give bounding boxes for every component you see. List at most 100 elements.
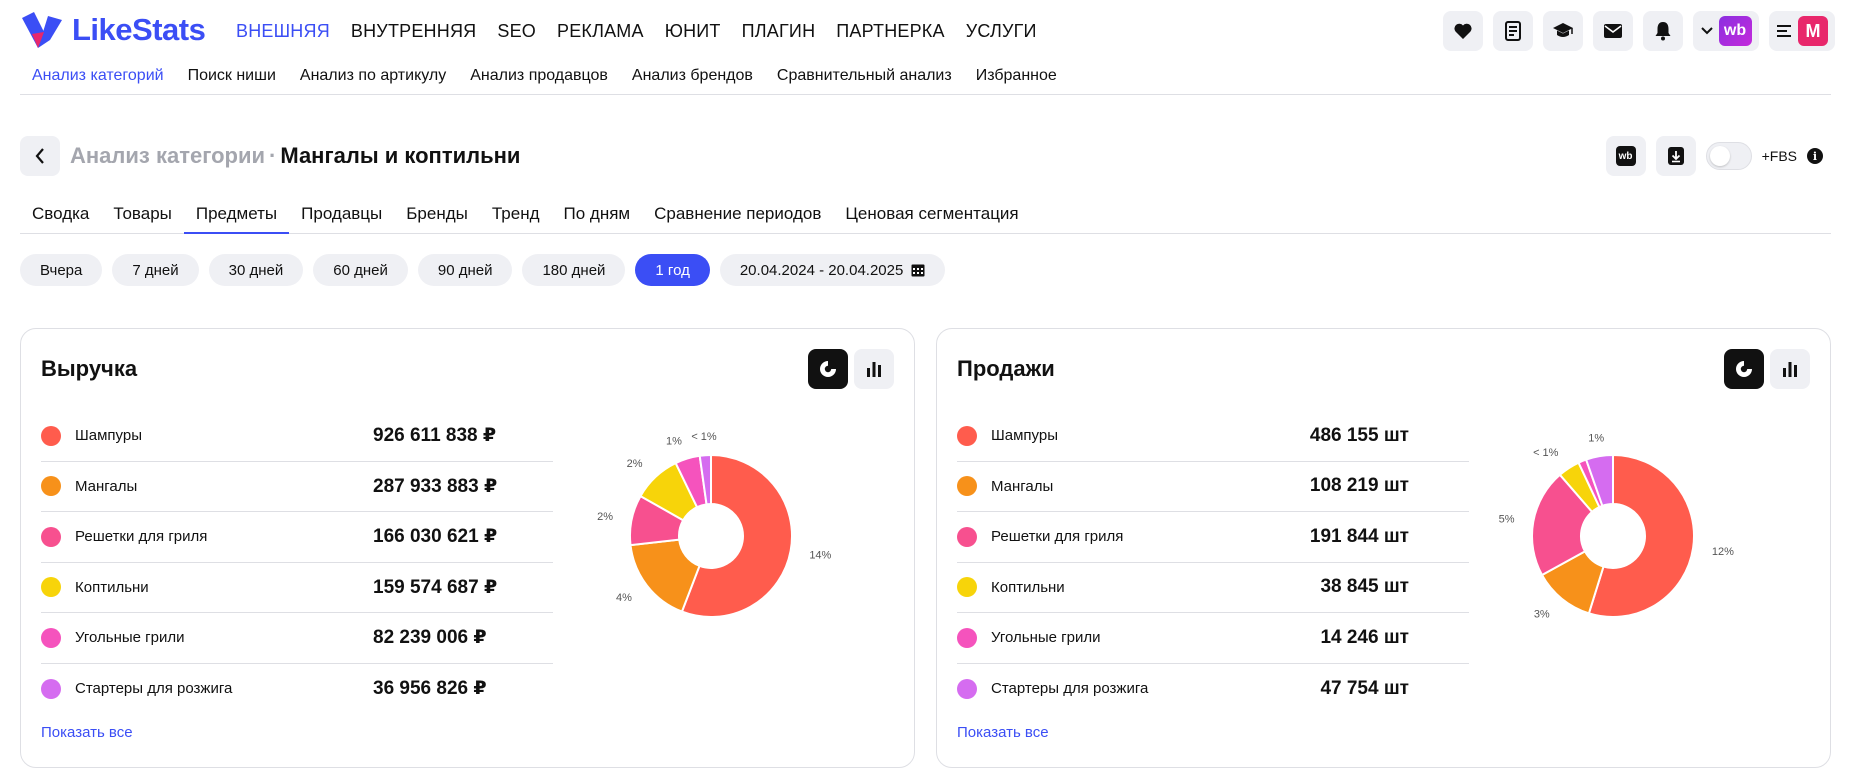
legend-row[interactable]: Решетки для гриля 166 030 621 ₽ [41, 512, 553, 563]
legend-row[interactable]: Мангалы 287 933 883 ₽ [41, 462, 553, 512]
tab-period-comparison[interactable]: Сравнение периодов [642, 200, 833, 234]
tab-sellers[interactable]: Продавцы [289, 200, 394, 234]
bar-chart-icon [1783, 362, 1797, 377]
documents-button[interactable] [1493, 11, 1533, 51]
period-selector: Вчера 7 дней 30 дней 60 дней 90 дней 180… [20, 254, 946, 286]
breadcrumb[interactable]: Анализ категории [70, 143, 265, 168]
legend-value: 486 155 шт [1309, 424, 1409, 446]
marketplace-switcher[interactable]: wb [1693, 11, 1759, 51]
legend-label: Решетки для гриля [75, 528, 208, 546]
period-7-days[interactable]: 7 дней [112, 254, 199, 286]
date-range-picker[interactable]: 20.04.2024 - 20.04.2025 [719, 254, 946, 286]
legend-row[interactable]: Стартеры для розжига 36 956 826 ₽ [41, 664, 553, 715]
mail-icon [1604, 24, 1622, 38]
legend-row[interactable]: Шампуры 486 155 шт [957, 411, 1469, 462]
mail-button[interactable] [1593, 11, 1633, 51]
notifications-button[interactable] [1643, 11, 1683, 51]
period-30-days[interactable]: 30 дней [208, 254, 304, 286]
sub-nav-item-comparative-analysis[interactable]: Сравнительный анализ [765, 62, 964, 94]
main-nav-item-unit[interactable]: ЮНИТ [665, 21, 721, 42]
period-60-days[interactable]: 60 дней [313, 254, 408, 286]
main-nav-item-ads[interactable]: РЕКЛАМА [557, 21, 644, 42]
legend-row[interactable]: Коптильни 38 845 шт [957, 563, 1469, 613]
legend-label: Шампуры [991, 427, 1058, 445]
legend-row[interactable]: Стартеры для розжига 47 754 шт [957, 664, 1469, 715]
back-button[interactable] [20, 136, 60, 176]
legend-label: Стартеры для розжига [991, 680, 1149, 698]
tab-subjects[interactable]: Предметы [183, 200, 290, 234]
legend-value: 287 933 883 ₽ [373, 475, 498, 497]
pie-chart-icon [1736, 360, 1753, 377]
legend-value: 159 574 687 ₽ [373, 576, 498, 598]
main-nav-item-internal[interactable]: ВНУТРЕННЯЯ [351, 21, 476, 42]
tab-products[interactable]: Товары [101, 200, 183, 234]
sub-nav-item-seller-analysis[interactable]: Анализ продавцов [458, 62, 620, 94]
legend-value: 82 239 006 ₽ [373, 627, 487, 649]
revenue-card: Выручка Шампуры 926 611 838 ₽ Мангалы 287 … [20, 328, 915, 768]
top-bar: LikeStats ВНЕШНЯЯ ВНУТРЕННЯЯ SEO РЕКЛАМА… [0, 0, 1851, 62]
legend-row[interactable]: Угольные грили 14 246 шт [957, 613, 1469, 664]
logo-text: LikeStats [72, 12, 206, 47]
revenue-donut-chart: 14% 4% 2% 2% 1% < 1% [597, 431, 832, 618]
legend-row[interactable]: Шампуры 926 611 838 ₽ [41, 411, 553, 462]
wb-icon: wb [1615, 146, 1636, 166]
logo[interactable]: LikeStats [20, 10, 206, 50]
main-nav-item-seo[interactable]: SEO [497, 21, 536, 42]
info-icon[interactable]: i [1807, 148, 1823, 164]
user-menu-button[interactable]: M [1769, 11, 1835, 51]
education-button[interactable] [1543, 11, 1583, 51]
period-90-days[interactable]: 90 дней [417, 254, 513, 286]
revenue-legend: Шампуры 926 611 838 ₽ Мангалы 287 933 883 … [41, 411, 553, 714]
tab-brands[interactable]: Бренды [394, 200, 480, 234]
sub-nav-item-favorites[interactable]: Избранное [964, 62, 1069, 94]
pie-view-button[interactable] [1724, 349, 1764, 389]
bar-view-button[interactable] [1770, 349, 1810, 389]
main-nav-item-partner[interactable]: ПАРТНЕРКА [836, 21, 944, 42]
show-all-link[interactable]: Показать все [41, 724, 133, 741]
tab-price-segmentation[interactable]: Ценовая сегментация [833, 200, 1030, 234]
donut-slice-label: 3% [1534, 608, 1550, 620]
bar-chart-icon [867, 362, 881, 377]
favorites-button[interactable] [1443, 11, 1483, 51]
sub-nav-item-brand-analysis[interactable]: Анализ брендов [620, 62, 765, 94]
period-1-year[interactable]: 1 год [635, 254, 710, 286]
fbs-toggle[interactable] [1705, 142, 1752, 170]
legend-dot [957, 627, 977, 648]
legend-dot [957, 577, 977, 598]
bar-view-button[interactable] [854, 349, 894, 389]
breadcrumb-separator: · [269, 143, 277, 168]
tab-by-days[interactable]: По дням [552, 200, 643, 234]
legend-value: 47 754 шт [1320, 677, 1409, 699]
download-button[interactable] [1655, 136, 1696, 176]
legend-dot [41, 425, 61, 446]
legend-row[interactable]: Коптильни 159 574 687 ₽ [41, 563, 553, 613]
tab-summary[interactable]: Сводка [20, 200, 101, 234]
sub-nav-item-niche-search[interactable]: Поиск ниши [176, 62, 288, 94]
legend-row[interactable]: Мангалы 108 219 шт [957, 462, 1469, 512]
pie-view-button[interactable] [808, 349, 848, 389]
card-title: Выручка [41, 356, 138, 381]
legend-label: Шампуры [75, 427, 142, 445]
legend-label: Коптильни [75, 578, 149, 596]
legend-row[interactable]: Решетки для гриля 191 844 шт [957, 512, 1469, 563]
main-nav-item-plugin[interactable]: ПЛАГИН [742, 21, 816, 42]
sub-nav-item-category-analysis[interactable]: Анализ категорий [20, 62, 176, 94]
open-on-wb-button[interactable]: wb [1605, 136, 1646, 176]
legend-label: Угольные грили [991, 629, 1101, 647]
chevron-down-icon [1700, 27, 1713, 35]
main-nav-item-external[interactable]: ВНЕШНЯЯ [236, 21, 330, 42]
show-all-link[interactable]: Показать все [957, 724, 1049, 741]
legend-row[interactable]: Угольные грили 82 239 006 ₽ [41, 613, 553, 664]
analysis-tabs: Сводка Товары Предметы Продавцы Бренды Т… [20, 200, 1831, 234]
logo-icon [22, 12, 62, 48]
tab-trend[interactable]: Тренд [480, 200, 552, 234]
main-nav-item-services[interactable]: УСЛУГИ [966, 21, 1037, 42]
sub-nav-item-sku-analysis[interactable]: Анализ по артикулу [288, 62, 458, 94]
sales-legend: Шампуры 486 155 шт Мангалы 108 219 шт Реше… [957, 411, 1469, 714]
legend-dot [957, 476, 977, 497]
period-yesterday[interactable]: Вчера [20, 254, 103, 286]
period-180-days[interactable]: 180 дней [522, 254, 626, 286]
document-icon [1505, 21, 1521, 41]
legend-value: 926 611 838 ₽ [373, 425, 497, 447]
legend-value: 108 219 шт [1309, 475, 1409, 497]
